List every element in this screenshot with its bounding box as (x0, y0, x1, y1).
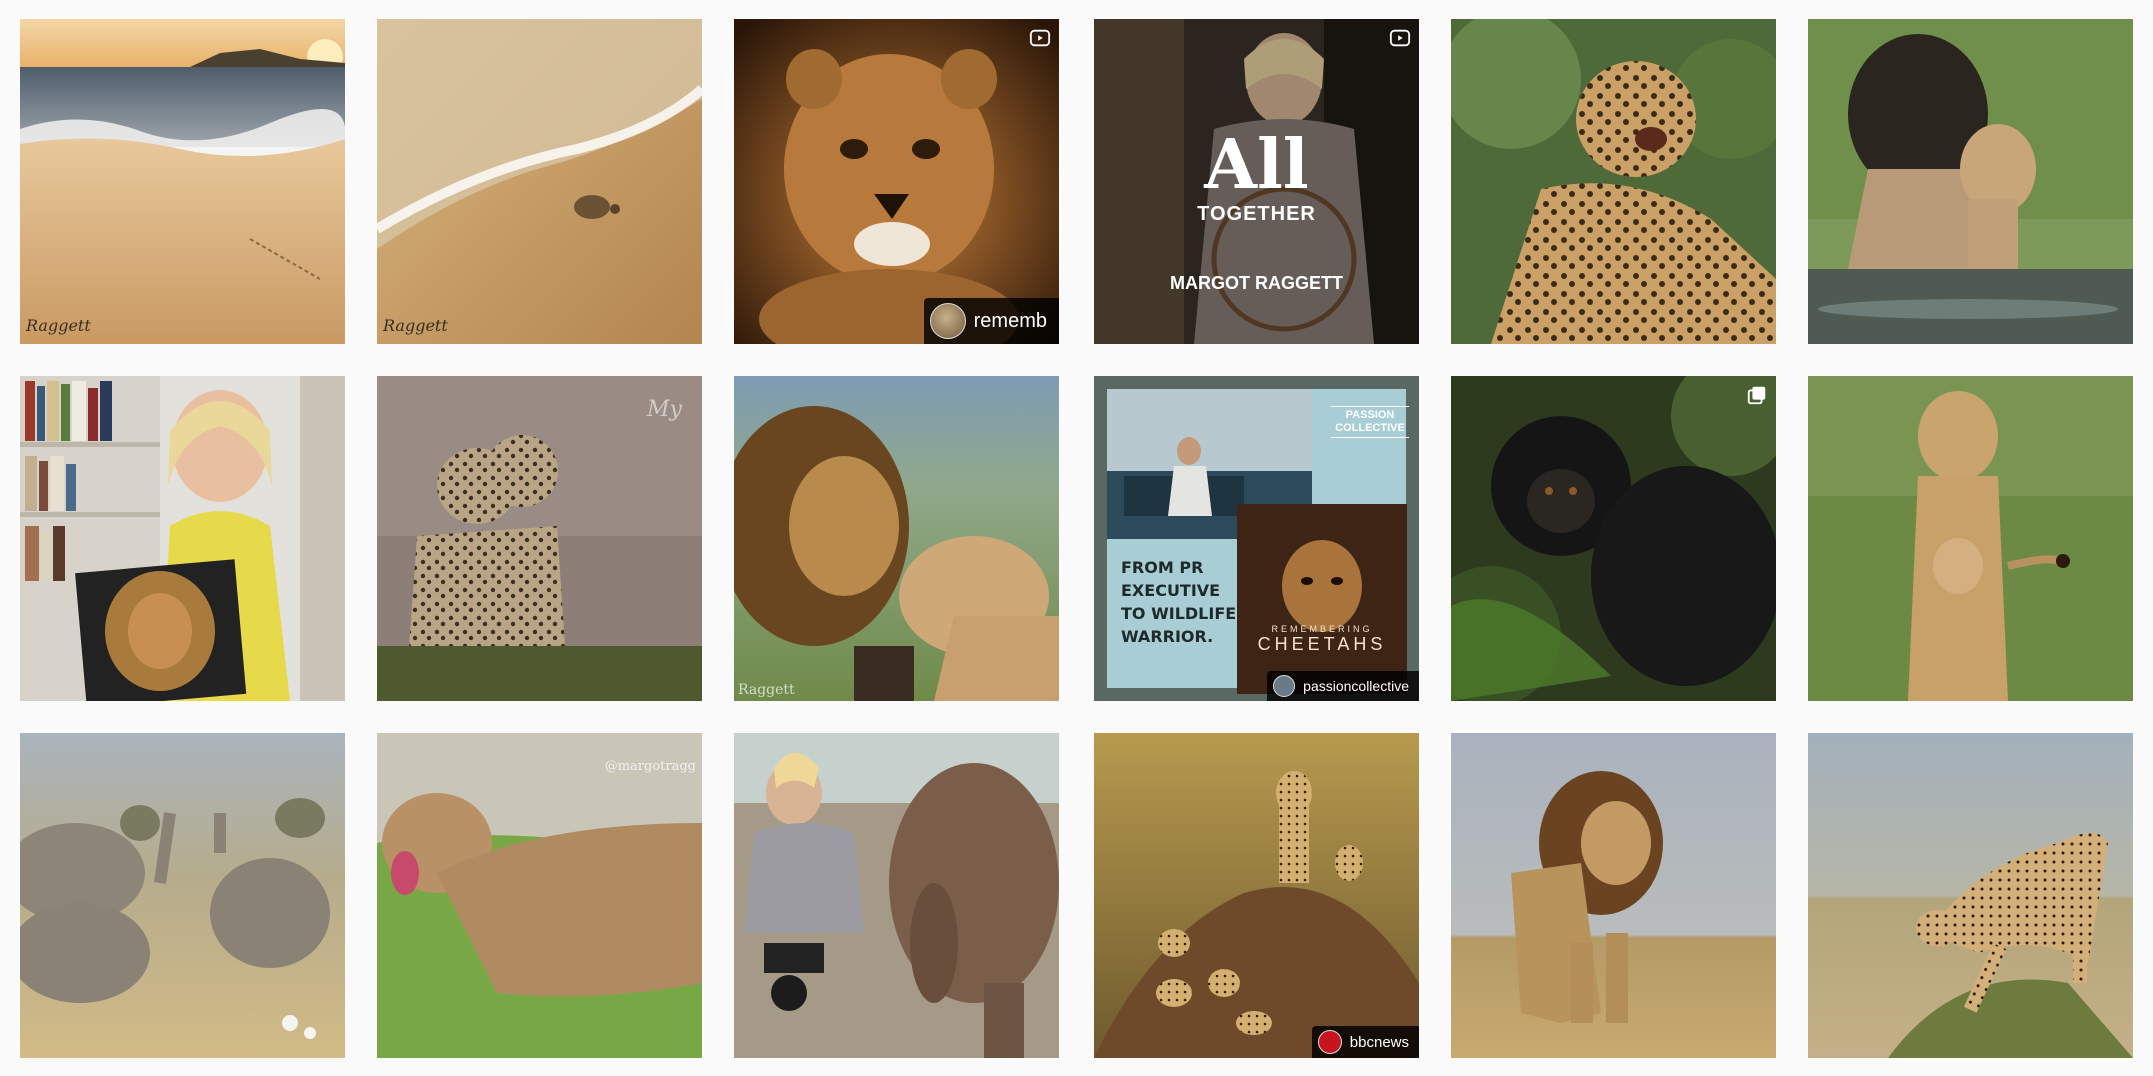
brand-line-2: COLLECTIVE (1335, 422, 1405, 434)
collab-badge: rememb (923, 298, 1059, 344)
avatar (1317, 1030, 1342, 1054)
headline-line-2: EXECUTIVE (1121, 581, 1221, 600)
post-tile-cheetah-stretch[interactable] (1808, 733, 2133, 1058)
badge-label: passioncollective (1303, 678, 1409, 694)
post-tile-cheetah-family[interactable]: bbcnews (1094, 733, 1419, 1058)
woman-book-image (20, 376, 345, 701)
post-tile-lioness-cub[interactable] (1808, 376, 2133, 701)
post-tile-all-together-reel[interactable]: All TOGETHER MARGOT RAGGETT (1094, 19, 1419, 344)
reel-icon (1029, 29, 1051, 47)
post-tile-lion-walking[interactable] (1451, 733, 1776, 1058)
avatar (929, 303, 966, 339)
baby-gorilla-image (1451, 376, 1776, 701)
cheetah-cubs-image: My (377, 376, 702, 701)
post-tile-baby-turtle[interactable]: Raggett (377, 19, 702, 344)
headline-line-3: TO WILDLIFE (1121, 604, 1237, 623)
overlay-subtitle: TOGETHER (1197, 203, 1316, 225)
svg-text:Raggett: Raggett (738, 682, 795, 698)
profile-posts-grid: Raggett Raggett rememb All TOGETHER MARG… (0, 0, 2153, 1076)
post-tile-beach-sunset[interactable]: Raggett (20, 19, 345, 344)
passion-collective-logo: PASSION COLLECTIVE (1331, 406, 1409, 438)
carousel-icon (1747, 386, 1766, 405)
lion-walking-image (1451, 733, 1776, 1058)
svg-text:Raggett: Raggett (25, 316, 91, 335)
post-tile-woman-with-book[interactable] (20, 376, 345, 701)
book-title: CHEETAHS (1257, 634, 1387, 654)
lioness-cub-image (1808, 376, 2133, 701)
elephants-image (20, 733, 345, 1058)
brand-line-1: PASSION (1345, 409, 1395, 421)
post-tile-elephants[interactable] (20, 733, 345, 1058)
book-title-top: REMEMBERING (1271, 624, 1373, 634)
overlay-name: MARGOT RAGGETT (1170, 273, 1343, 293)
svg-text:My: My (646, 397, 683, 422)
post-tile-woman-elephant[interactable] (734, 733, 1059, 1058)
cheetah-cub-image (734, 19, 1059, 344)
post-tile-baby-gorilla[interactable] (1451, 376, 1776, 701)
collab-badge: bbcnews (1311, 1026, 1419, 1058)
post-tile-cheetah-cubs[interactable]: My (377, 376, 702, 701)
headline-line-4: WARRIOR. (1121, 627, 1214, 646)
overlay-title: All (1204, 125, 1309, 205)
avatar (1273, 675, 1296, 697)
woman-elephant-image (734, 733, 1059, 1058)
cheetah-stretch-image (1808, 733, 2133, 1058)
lioness-yawn-image (377, 733, 702, 1058)
leopard-image (1451, 19, 1776, 344)
badge-label: bbcnews (1349, 1033, 1409, 1051)
svg-text:Raggett: Raggett (382, 316, 448, 335)
post-tile-passion-collective[interactable]: PASSION COLLECTIVE FROM PR EXECUTIVE TO … (1094, 376, 1419, 701)
collab-badge: passioncollective (1267, 671, 1419, 701)
post-tile-lion-lioness[interactable]: Raggett (734, 376, 1059, 701)
beach-sunset-image: Raggett (20, 19, 345, 344)
reel-icon (1389, 29, 1411, 47)
lion-lioness-image: Raggett (734, 376, 1059, 701)
badge-label: rememb (973, 309, 1047, 332)
watermark: @margotragg (604, 759, 696, 774)
post-tile-cheetah-cub-reel[interactable]: rememb (734, 19, 1059, 344)
post-tile-lioness-yawn[interactable]: @margotragg (377, 733, 702, 1058)
cheetah-family-image (1094, 733, 1419, 1058)
baby-turtle-image: Raggett (377, 19, 702, 344)
headline-line-1: FROM PR (1121, 558, 1204, 577)
post-tile-leopard[interactable] (1451, 19, 1776, 344)
feature-headline: FROM PR EXECUTIVE TO WILDLIFE WARRIOR. (1121, 556, 1246, 648)
lion-cub-image (1808, 19, 2133, 344)
post-tile-lion-and-cub[interactable] (1808, 19, 2133, 344)
